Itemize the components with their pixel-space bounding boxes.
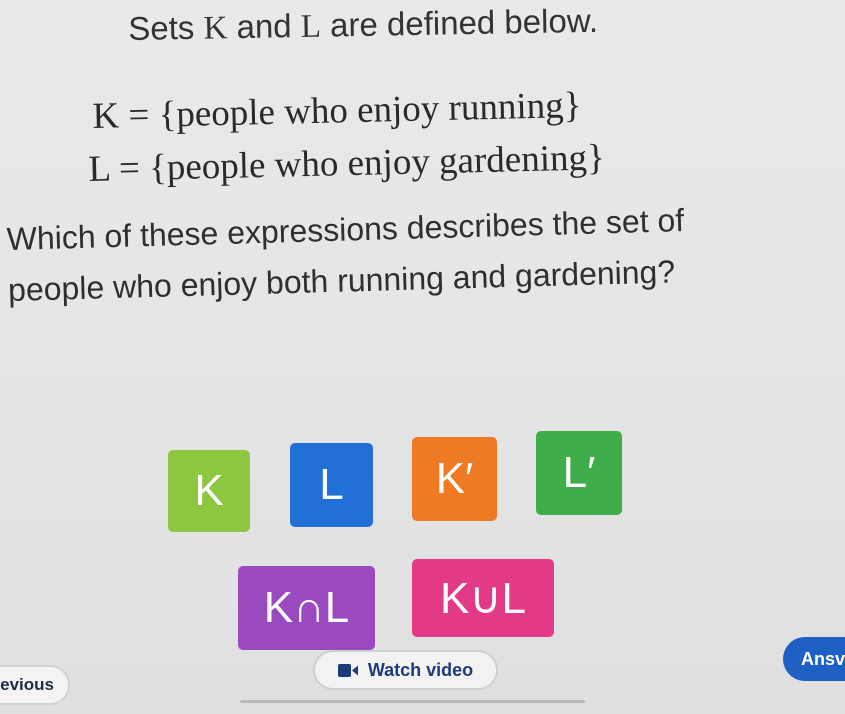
choice-label: L bbox=[319, 460, 344, 509]
definition-l: L = {people who enjoy gardening} bbox=[88, 137, 606, 190]
intro-suffix: are defined below. bbox=[320, 1, 599, 44]
watch-video-button[interactable]: Watch video bbox=[313, 650, 498, 690]
choice-l-complement-tile[interactable]: L′ bbox=[536, 431, 622, 515]
question-text: Which of these expressions describes the… bbox=[6, 191, 839, 316]
intro-text: Sets K and L are defined below. bbox=[128, 2, 598, 49]
set-name-l: L bbox=[300, 8, 322, 45]
choice-intersection-tile[interactable]: K∩L bbox=[238, 566, 375, 650]
choice-l-tile[interactable]: L bbox=[290, 443, 373, 527]
home-indicator-bar bbox=[240, 700, 585, 703]
choice-label: K∪L bbox=[439, 573, 527, 623]
choice-label: K bbox=[194, 466, 224, 515]
choice-label: K∩L bbox=[263, 583, 350, 632]
watch-video-label: Watch video bbox=[367, 659, 474, 680]
choice-label: K′ bbox=[435, 454, 474, 503]
intro-prefix: Sets bbox=[128, 8, 204, 47]
definition-k: K = {people who enjoy running} bbox=[92, 84, 582, 137]
choice-label: L′ bbox=[562, 448, 596, 497]
answer-label: Ansv bbox=[801, 648, 845, 669]
choice-k-tile[interactable]: K bbox=[168, 450, 250, 532]
previous-button[interactable]: evious bbox=[0, 665, 70, 705]
choice-union-tile[interactable]: K∪L bbox=[412, 559, 554, 637]
set-name-k: K bbox=[203, 10, 228, 47]
previous-label: evious bbox=[0, 675, 54, 694]
video-camera-icon bbox=[337, 663, 358, 677]
intro-and: and bbox=[227, 6, 302, 46]
choice-k-complement-tile[interactable]: K′ bbox=[412, 437, 497, 521]
problem-page: Sets K and L are defined below. K = {peo… bbox=[0, 0, 845, 714]
answer-button[interactable]: Ansv bbox=[783, 637, 845, 681]
